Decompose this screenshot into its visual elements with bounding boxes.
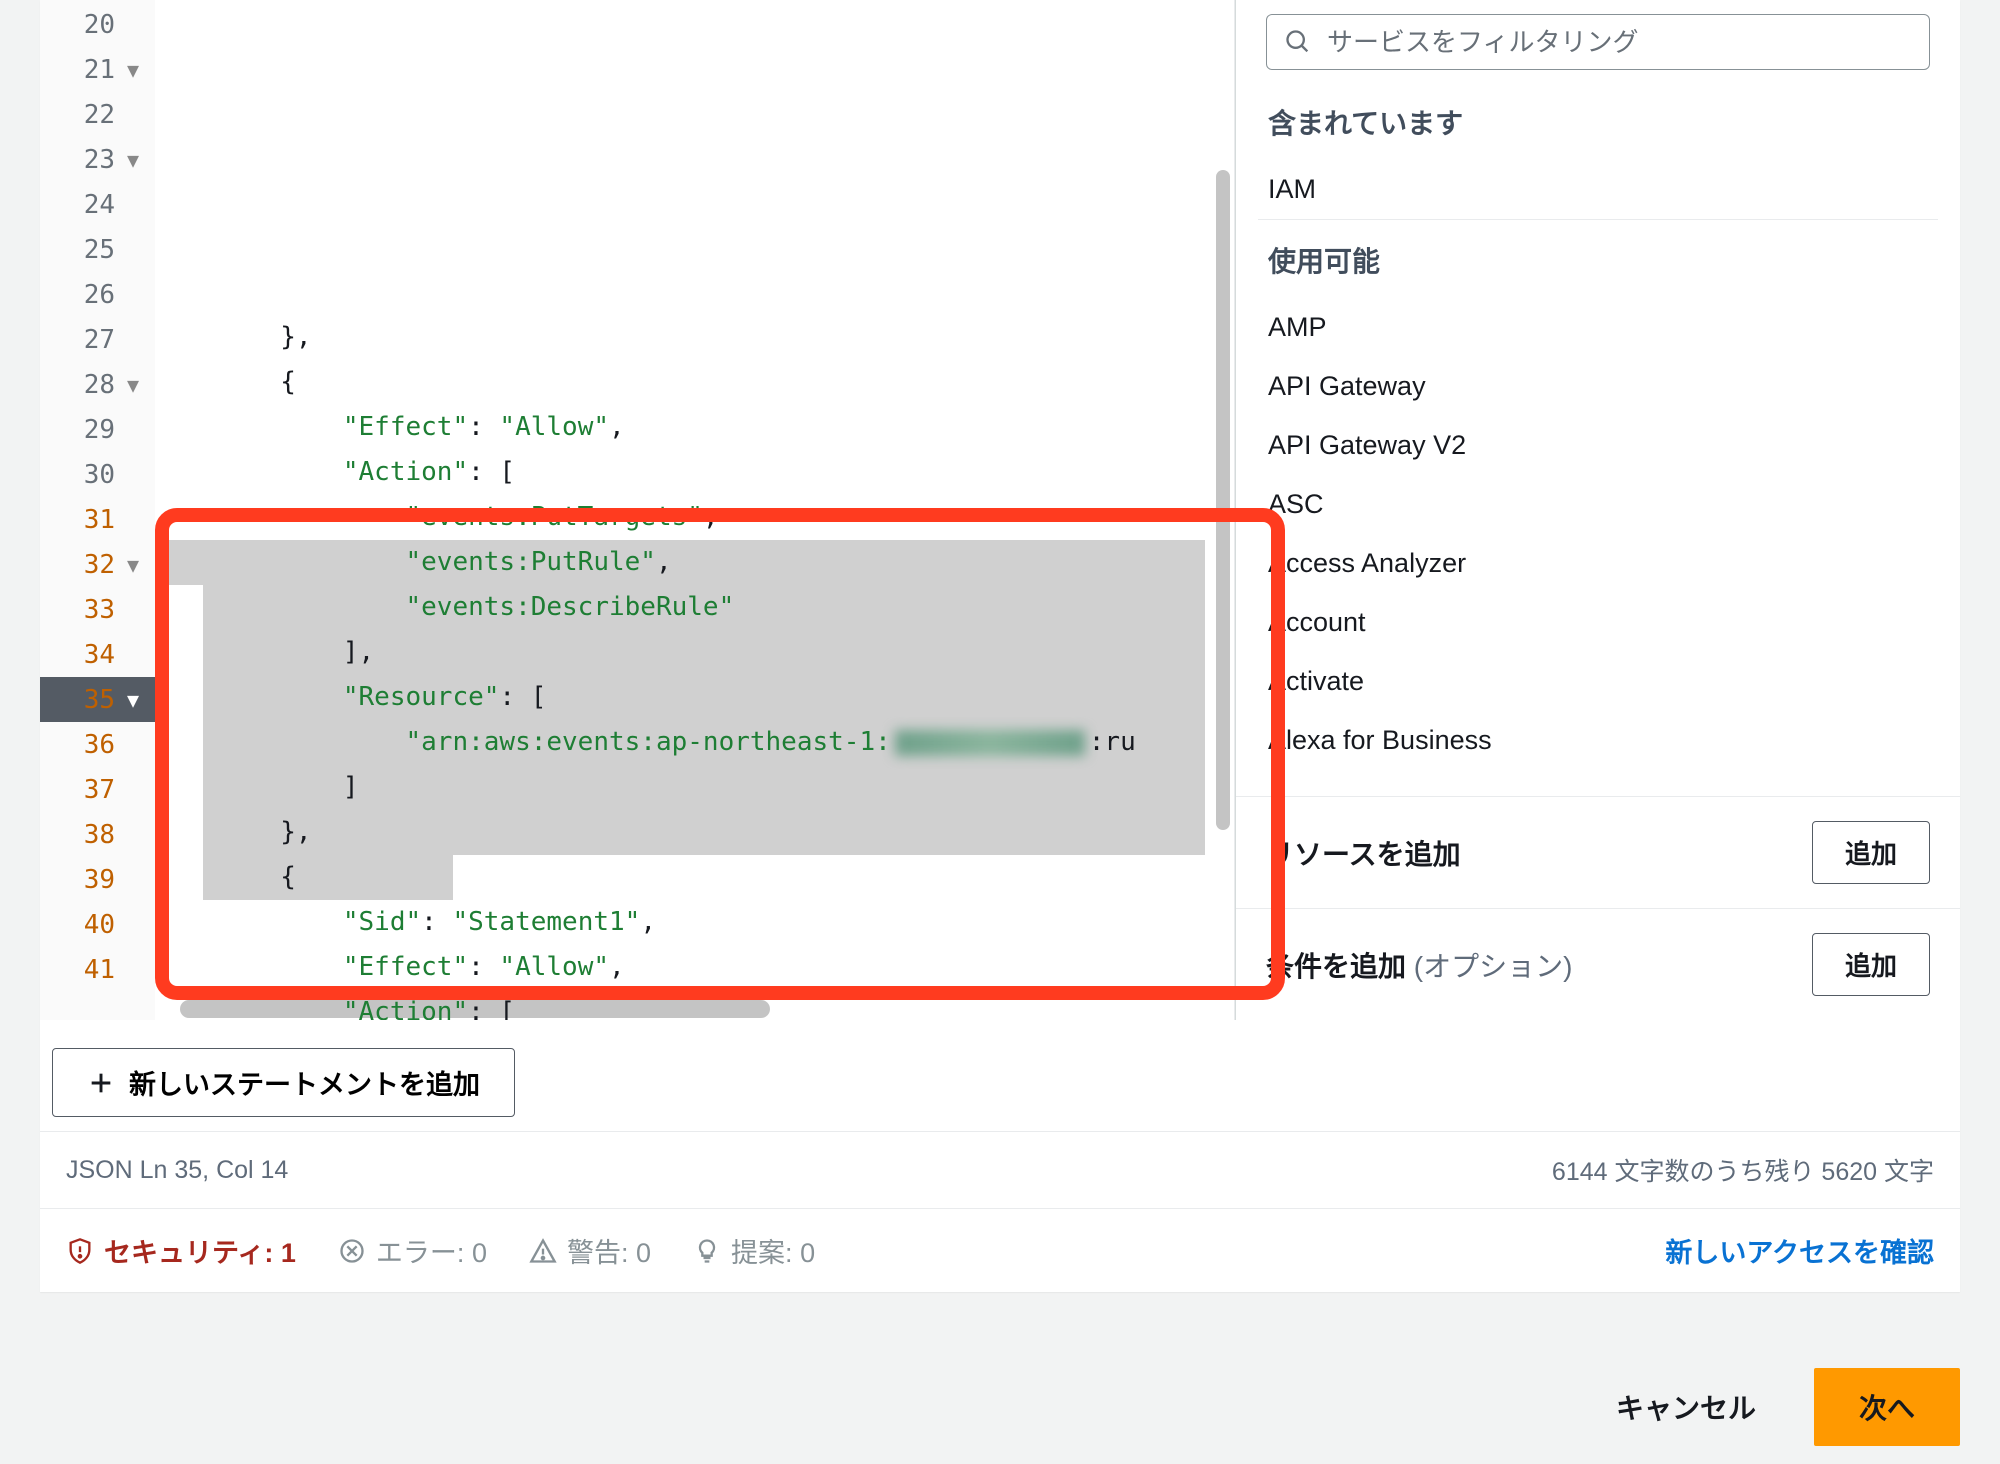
service-item[interactable]: ASC [1258, 475, 1938, 534]
lint-suggestions[interactable]: 提案: 0 [693, 1231, 815, 1270]
cursor-position: JSON Ln 35, Col 14 [66, 1156, 288, 1185]
editor-gutter: 2021222324252627282930313233343536373839… [40, 0, 155, 1020]
actions-sidebar: 含まれています IAM 使用可能 AMP API Gateway API Gat… [1235, 0, 1960, 1020]
included-header: 含まれています [1258, 90, 1938, 160]
editor-code-body[interactable]: }, { "Effect": "Allow", "Action": [ "eve… [155, 0, 1234, 1020]
lint-bar: セキュリティ: 1 エラー: 0 警告: 0 提案: 0 新しいアクセスを確認 [40, 1208, 1960, 1292]
service-item[interactable]: Alexa for Business [1258, 711, 1938, 770]
add-condition-button[interactable]: 追加 [1812, 933, 1930, 996]
service-item[interactable]: IAM [1258, 160, 1938, 219]
lightbulb-icon [693, 1237, 721, 1265]
add-resource-row: リソースを追加 追加 [1236, 796, 1960, 908]
editor-status-bar: JSON Ln 35, Col 14 6144 文字数のうち残り 5620 文字 [40, 1131, 1960, 1208]
service-filter-input[interactable] [1266, 14, 1930, 70]
add-resource-button[interactable]: 追加 [1812, 821, 1930, 884]
service-item[interactable]: Activate [1258, 652, 1938, 711]
review-access-link[interactable]: 新しいアクセスを確認 [1665, 1238, 1934, 1268]
service-item[interactable]: API Gateway V2 [1258, 416, 1938, 475]
lint-warnings[interactable]: 警告: 0 [529, 1231, 651, 1270]
service-item[interactable]: API Gateway [1258, 357, 1938, 416]
plus-icon [87, 1069, 115, 1097]
add-condition-row: 条件を追加 (オプション) 追加 [1236, 908, 1960, 1020]
add-condition-label: 条件を追加 (オプション) [1266, 945, 1572, 985]
wizard-footer: キャンセル 次へ [1582, 1368, 1960, 1446]
service-item[interactable]: AMP [1258, 298, 1938, 357]
shield-alert-icon [66, 1237, 94, 1265]
warning-icon [529, 1237, 557, 1265]
service-list[interactable]: 含まれています IAM 使用可能 AMP API Gateway API Gat… [1236, 90, 1960, 796]
cancel-button[interactable]: キャンセル [1582, 1368, 1790, 1446]
service-item[interactable]: Account [1258, 593, 1938, 652]
add-resource-label: リソースを追加 [1266, 833, 1461, 873]
available-header: 使用可能 [1258, 219, 1938, 298]
char-count: 6144 文字数のうち残り 5620 文字 [1552, 1152, 1934, 1188]
lint-errors[interactable]: エラー: 0 [338, 1231, 487, 1270]
json-policy-editor[interactable]: 2021222324252627282930313233343536373839… [40, 0, 1235, 1020]
lint-security[interactable]: セキュリティ: 1 [66, 1231, 296, 1270]
search-icon [1284, 28, 1312, 56]
add-statement-label: 新しいステートメントを追加 [129, 1063, 480, 1102]
add-statement-button[interactable]: 新しいステートメントを追加 [52, 1048, 515, 1117]
service-item[interactable]: Access Analyzer [1258, 534, 1938, 593]
error-icon [338, 1237, 366, 1265]
next-button[interactable]: 次へ [1814, 1368, 1960, 1446]
